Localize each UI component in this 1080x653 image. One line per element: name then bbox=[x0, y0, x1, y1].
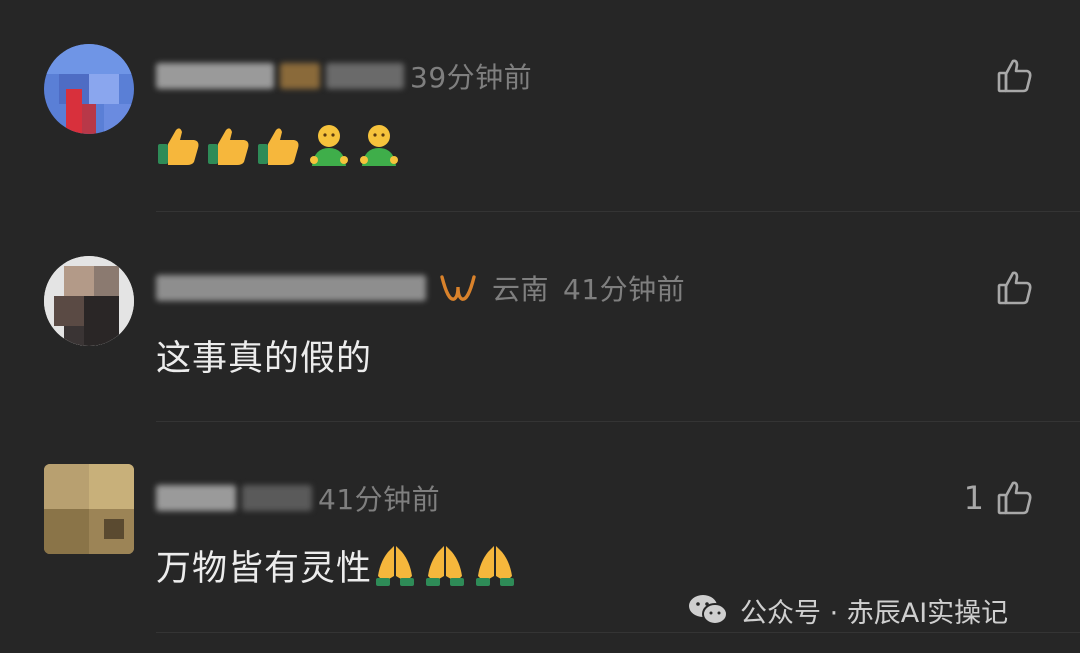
watermark-text: 公众号 · 赤辰AI实操记 bbox=[740, 597, 1009, 629]
comment-meta: 41分钟前 bbox=[156, 478, 440, 518]
comment-location: 云南 bbox=[492, 273, 550, 306]
comment-content: 万物皆有灵性 bbox=[156, 540, 522, 590]
thumbs-up-icon bbox=[997, 481, 1032, 515]
thumbs-up-emoji bbox=[208, 128, 249, 165]
folded-hands-emoji bbox=[426, 546, 465, 586]
like-button[interactable] bbox=[984, 56, 1034, 96]
thumbs-up-emoji bbox=[258, 128, 299, 165]
person-green-emoji bbox=[310, 125, 348, 166]
thumbs-up-icon bbox=[997, 59, 1032, 93]
username-redacted bbox=[242, 485, 312, 511]
username-redacted bbox=[156, 275, 426, 301]
user-badge-icon bbox=[440, 275, 476, 301]
divider bbox=[156, 632, 1080, 633]
username-redacted bbox=[156, 63, 274, 89]
like-button[interactable] bbox=[984, 268, 1034, 308]
thumbs-up-icon bbox=[997, 271, 1032, 305]
wechat-icon bbox=[689, 595, 728, 625]
like-count: 1 bbox=[963, 479, 984, 517]
like-button[interactable]: 1 bbox=[964, 478, 1034, 518]
folded-hands-emoji bbox=[376, 546, 415, 586]
avatar[interactable] bbox=[44, 44, 134, 134]
comment-content bbox=[156, 120, 406, 170]
comment-meta: 云南 41分钟前 bbox=[156, 268, 685, 308]
thumbs-up-emoji bbox=[158, 128, 199, 165]
comment-item: 云南 41分钟前 这事真的假的 bbox=[0, 212, 1080, 422]
folded-hands-emoji bbox=[476, 546, 515, 586]
comment-time: 41分钟前 bbox=[318, 483, 441, 516]
username-redacted bbox=[326, 63, 404, 89]
avatar[interactable] bbox=[44, 256, 134, 346]
username-redacted bbox=[156, 485, 236, 511]
user-badge-redacted bbox=[280, 63, 320, 89]
comment-content: 这事真的假的 bbox=[156, 338, 373, 379]
comment-item: 39分钟前 bbox=[0, 0, 1080, 212]
avatar[interactable] bbox=[44, 464, 134, 554]
person-green-emoji bbox=[360, 125, 398, 166]
watermark: 公众号 · 赤辰AI实操记 bbox=[688, 588, 1008, 632]
comment-meta: 39分钟前 bbox=[156, 56, 532, 96]
comment-time: 41分钟前 bbox=[563, 273, 686, 306]
comment-time: 39分钟前 bbox=[410, 61, 533, 94]
